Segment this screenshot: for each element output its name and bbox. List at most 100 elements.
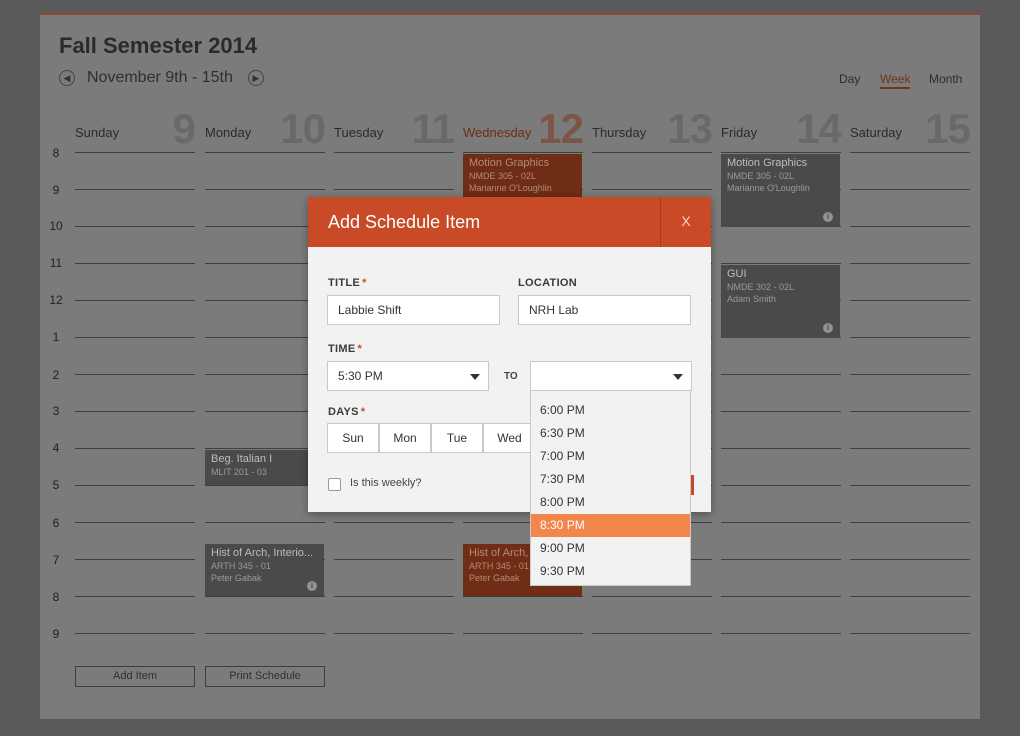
location-label: LOCATION [518,277,578,289]
hour-gridline [850,522,970,523]
hour-label: 2 [52,368,60,382]
hour-label: 3 [52,404,60,418]
hour-gridline [205,263,325,264]
event-motion-graphics-wednesday[interactable]: Motion Graphics NMDE 305 - 02L Marianne … [463,154,582,200]
dropdown-option[interactable]: 9:30 PM [531,560,690,583]
dropdown-option[interactable]: 8:00 PM [531,491,690,514]
hour-label: 12 [49,293,63,307]
hour-gridline [75,189,195,190]
hour-label: 4 [52,441,60,455]
hour-gridline [721,559,841,560]
hour-gridline [205,337,325,338]
day-name: Friday [721,125,758,140]
day-number: 15 [925,105,971,152]
title-input[interactable]: Labbie Shift [327,295,500,325]
info-icon[interactable]: i [307,581,317,591]
hour-gridline [334,596,454,597]
required-mark: * [357,343,363,355]
hour-label: 6 [52,516,60,530]
to-label: TO [504,371,518,382]
dropdown-option[interactable]: 7:30 PM [531,468,690,491]
hour-gridline [850,596,970,597]
dropdown-option[interactable]: 8:30 PM [531,514,690,537]
hour-gridline [721,374,841,375]
title-label-text: TITLE [328,277,361,289]
day-number: 9 [172,105,196,152]
day-name: Thursday [592,125,647,140]
hour-label: 8 [52,590,60,604]
event-title: Motion Graphics [469,157,550,169]
day-name: Tuesday [334,125,384,140]
event-person: Marianne O'Loughlin [727,183,810,193]
day-toggle-mon[interactable]: Mon [379,423,431,453]
hour-gridline [205,448,325,449]
event-beg-italian[interactable]: Beg. Italian I MLIT 201 - 03 [205,450,324,485]
time-to-dropdown[interactable]: 6:00 PM 6:30 PM 7:00 PM 7:30 PM 8:00 PM … [530,391,691,586]
day-toggle-tue[interactable]: Tue [431,423,483,453]
time-label-text: TIME [328,343,356,355]
hour-gridline [75,411,195,412]
view-tab-month[interactable]: Month [929,72,962,86]
dropdown-option[interactable]: 7:00 PM [531,445,690,468]
time-label: TIME * [328,343,362,355]
add-item-button[interactable]: Add Item [75,666,195,687]
chevron-right-icon[interactable]: ▶ [248,70,264,86]
weekly-checkbox[interactable] [328,478,341,491]
hour-gridline [75,448,195,449]
hour-gridline [721,522,841,523]
event-title: GUI [727,268,747,280]
hour-gridline [75,522,195,523]
hour-gridline [721,263,841,264]
day-name: Wednesday [463,125,532,140]
location-input[interactable]: NRH Lab [518,295,691,325]
event-title: Beg. Italian I [211,453,273,465]
hour-gridline [850,263,970,264]
event-title: Hist of Arch, Interio... [211,547,314,559]
hour-gridline [75,485,195,486]
print-schedule-button[interactable]: Print Schedule [205,666,325,687]
hour-gridline [205,522,325,523]
dropdown-option[interactable]: 9:00 PM [531,537,690,560]
chevron-down-icon [470,374,480,380]
hour-gridline [463,596,583,597]
time-to-select[interactable] [530,361,692,391]
event-hist-arch-monday[interactable]: Hist of Arch, Interio... ARTH 345 - 01 P… [205,544,324,596]
hour-gridline [334,522,454,523]
hour-gridline [75,337,195,338]
close-button[interactable]: X [660,197,711,247]
hour-gridline [592,596,712,597]
save-button[interactable] [691,475,694,495]
hour-gridline [334,152,454,153]
hour-gridline [721,448,841,449]
dropdown-option[interactable]: 6:30 PM [531,422,690,445]
title-label: TITLE * [328,277,367,289]
event-gui-friday[interactable]: GUI NMDE 302 - 02L Adam Smith i [721,265,840,338]
hour-gridline [850,633,970,634]
chevron-left-icon[interactable]: ◀ [59,70,75,86]
hour-gridline [850,448,970,449]
day-number: 13 [667,105,713,152]
hour-label: 8 [52,146,60,160]
dropdown-option[interactable]: 6:00 PM [531,399,690,422]
hour-gridline [850,485,970,486]
info-icon[interactable]: i [823,323,833,333]
day-toggle-sun[interactable]: Sun [327,423,379,453]
hour-gridline [592,633,712,634]
day-number: 12 [538,105,584,152]
hour-gridline [850,337,970,338]
days-label: DAYS * [328,406,365,418]
view-tab-day[interactable]: Day [839,72,860,86]
hour-gridline [850,559,970,560]
hour-gridline [75,300,195,301]
view-tab-week[interactable]: Week [880,72,911,89]
event-motion-graphics-friday[interactable]: Motion Graphics NMDE 305 - 02L Marianne … [721,154,840,227]
info-icon[interactable]: i [823,212,833,222]
event-person: Adam Smith [727,294,777,304]
hour-gridline [721,596,841,597]
hour-gridline [721,152,841,153]
weekly-label: Is this weekly? [350,477,422,489]
time-from-select[interactable]: 5:30 PM [327,361,489,391]
day-toggle-wed[interactable]: Wed [483,423,535,453]
hour-label: 5 [52,478,60,492]
hour-gridline [205,152,325,153]
